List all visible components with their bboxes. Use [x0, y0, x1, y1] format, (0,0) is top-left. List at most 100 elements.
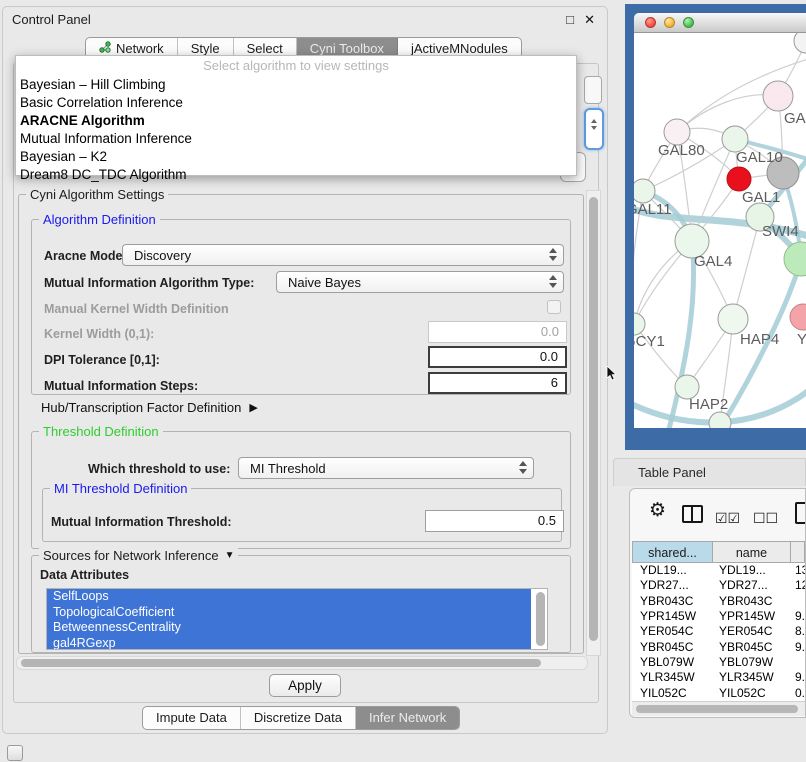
- algorithm-option-dream8-dc-tdc-algorithm[interactable]: Dream8 DC_TDC Algorithm: [16, 166, 576, 184]
- combo-value: Discovery: [134, 245, 191, 267]
- network-node[interactable]: [794, 33, 806, 53]
- node-label-hap2: HAP2: [689, 396, 728, 413]
- table-cell: YIL052C: [713, 686, 791, 701]
- dpi-tolerance-field[interactable]: 0.0: [428, 346, 567, 368]
- table-cell: YLR345W: [713, 670, 791, 685]
- horizontal-scrollbar[interactable]: [16, 656, 588, 670]
- table-cell: YBR045C: [632, 640, 713, 655]
- kernel-width-field[interactable]: 0.0: [428, 321, 567, 343]
- tab-discretize-data[interactable]: Discretize Data: [241, 707, 356, 729]
- zoom-window-button[interactable]: [683, 17, 694, 28]
- vertical-scrollbar[interactable]: [586, 190, 601, 656]
- network-node-y[interactable]: [790, 304, 806, 330]
- node-label-gal1: GAL1: [742, 189, 780, 206]
- column-header-extra[interactable]: [791, 541, 805, 563]
- network-node-hap4[interactable]: [718, 304, 748, 334]
- algorithm-option-bayesian-k2[interactable]: Bayesian – K2: [16, 148, 576, 166]
- table-row[interactable]: YDR27...YDR27...12: [632, 578, 805, 593]
- table-row[interactable]: YBL079WYBL079W: [632, 655, 805, 670]
- table-row[interactable]: YPR145WYPR145W9.: [632, 609, 805, 624]
- split-table-icon[interactable]: [682, 505, 703, 523]
- document-icon[interactable]: [795, 502, 806, 524]
- table-cell: YDR27...: [632, 578, 713, 593]
- table-cell: 13: [791, 563, 805, 578]
- column-header-name[interactable]: name: [713, 541, 791, 563]
- mi-type-label: Mutual Information Algorithm Type:: [44, 276, 254, 290]
- close-window-button[interactable]: [645, 17, 656, 28]
- attribute-item-gal4rgexp[interactable]: gal4RGexp: [47, 636, 531, 651]
- table-cell: YER054C: [713, 624, 791, 639]
- network-node[interactable]: [784, 242, 806, 276]
- hub-definition-row[interactable]: Hub/Transcription Factor Definition ▶: [41, 400, 258, 415]
- table-row[interactable]: YDL19...YDL19...13: [632, 563, 805, 578]
- network-view-frame: GALGAL80GAL10GAL1GAL11SWI4GAL4GCY1HAP4YH…: [625, 4, 806, 450]
- aracne-mode-label: Aracne Mode:: [44, 249, 127, 263]
- manual-kernel-checkbox[interactable]: [547, 300, 561, 314]
- table-row[interactable]: YIL052CYIL052C0.: [632, 686, 805, 701]
- hub-definition-label: Hub/Transcription Factor Definition: [41, 400, 241, 415]
- screen: Control Panel □ ✕ NetworkStyleSelectCyni…: [0, 0, 806, 762]
- expand-arrow-icon[interactable]: ▶: [249, 401, 257, 414]
- mini-panel-button[interactable]: [7, 745, 23, 761]
- tab-impute-data[interactable]: Impute Data: [143, 707, 241, 729]
- algorithm-option-bayesian-hill-climbing[interactable]: Bayesian – Hill Climbing: [16, 76, 576, 94]
- apply-button[interactable]: Apply: [269, 674, 341, 697]
- network-node-gal11[interactable]: [634, 179, 655, 203]
- network-node-gcy1[interactable]: [634, 313, 645, 335]
- table-row[interactable]: YBR043CYBR043C: [632, 594, 805, 609]
- mi-threshold-field[interactable]: 0.5: [425, 510, 564, 532]
- float-panel-icon[interactable]: □: [566, 12, 574, 27]
- table-cell: 0.: [791, 686, 805, 701]
- minimize-window-button[interactable]: [664, 17, 675, 28]
- node-label-gal10: GAL10: [736, 149, 783, 166]
- table-header-row: shared...name: [632, 541, 805, 563]
- table-cell: 9.: [791, 640, 805, 655]
- close-panel-icon[interactable]: ✕: [584, 12, 595, 28]
- network-window-titlebar[interactable]: [634, 13, 806, 33]
- table-cell: YBR043C: [713, 594, 791, 609]
- checked-pair-icon[interactable]: ☑☑: [715, 506, 740, 530]
- table-cell: YIL052C: [632, 686, 713, 701]
- horizontal-scrollbar[interactable]: [632, 701, 805, 716]
- algorithm-option-basic-correlation-inference[interactable]: Basic Correlation Inference: [16, 94, 576, 112]
- network-node-gal[interactable]: [763, 81, 793, 111]
- scrollbar-thumb[interactable]: [21, 659, 541, 667]
- table-cell: YDL19...: [713, 563, 791, 578]
- which-threshold-label: Which threshold to use:: [88, 462, 230, 476]
- mi-type-combo[interactable]: Naive Bayes: [276, 271, 564, 293]
- node-label-gcy1: GCY1: [634, 333, 665, 350]
- control-panel-titlebar: Control Panel □ ✕: [3, 7, 607, 33]
- table-row[interactable]: YER054CYER054C8.: [632, 624, 805, 639]
- unchecked-pair-icon[interactable]: ☐☐: [753, 506, 778, 530]
- popup-placeholder: Select algorithm to view settings: [16, 56, 576, 76]
- attribute-item-selfloops[interactable]: SelfLoops: [47, 589, 531, 605]
- network-canvas[interactable]: GALGAL80GAL10GAL1GAL11SWI4GAL4GCY1HAP4YH…: [634, 33, 806, 428]
- scrollbar-thumb[interactable]: [636, 705, 798, 713]
- collapse-arrow-icon[interactable]: ▼: [225, 550, 235, 561]
- table-cell: YBR043C: [632, 594, 713, 609]
- column-header-shared[interactable]: shared...: [632, 541, 713, 563]
- table-cell: [791, 655, 805, 670]
- dpi-tolerance-label: DPI Tolerance [0,1]:: [44, 353, 160, 367]
- scrollbar-thumb[interactable]: [536, 592, 545, 646]
- data-attributes-list[interactable]: SelfLoopsTopologicalCoefficientBetweenne…: [46, 588, 548, 650]
- algorithm-option-mutual-information-inference[interactable]: Mutual Information Inference: [16, 130, 576, 148]
- tab-infer-network[interactable]: Infer Network: [356, 707, 459, 729]
- mi-steps-field[interactable]: 6: [428, 372, 567, 394]
- sources-legend[interactable]: Sources for Network Inference ▼: [39, 548, 238, 563]
- tab-label: Infer Network: [369, 707, 446, 729]
- algorithm-option-aracne-algorithm[interactable]: ARACNE Algorithm: [16, 112, 576, 130]
- aracne-mode-combo[interactable]: Discovery: [122, 244, 564, 266]
- table-cell: 9.: [791, 670, 805, 685]
- table-row[interactable]: YLR345WYLR345W9.: [632, 670, 805, 685]
- settings-gear-icon[interactable]: ⚙: [649, 499, 666, 523]
- network-node-gal1[interactable]: [727, 167, 751, 191]
- combo-value: Naive Bayes: [288, 272, 361, 294]
- stepper-icon: [519, 461, 527, 477]
- cyni-algorithm-settings-group: Cyni Algorithm Settings Algorithm Defini…: [18, 194, 584, 654]
- attribute-item-betweennesscentrality[interactable]: BetweennessCentrality: [47, 620, 531, 636]
- attribute-item-topologicalcoefficient[interactable]: TopologicalCoefficient: [47, 605, 531, 621]
- table-row[interactable]: YBR045CYBR045C9.: [632, 640, 805, 655]
- which-threshold-combo[interactable]: MI Threshold: [238, 457, 534, 479]
- scrollbar-thumb[interactable]: [589, 197, 598, 641]
